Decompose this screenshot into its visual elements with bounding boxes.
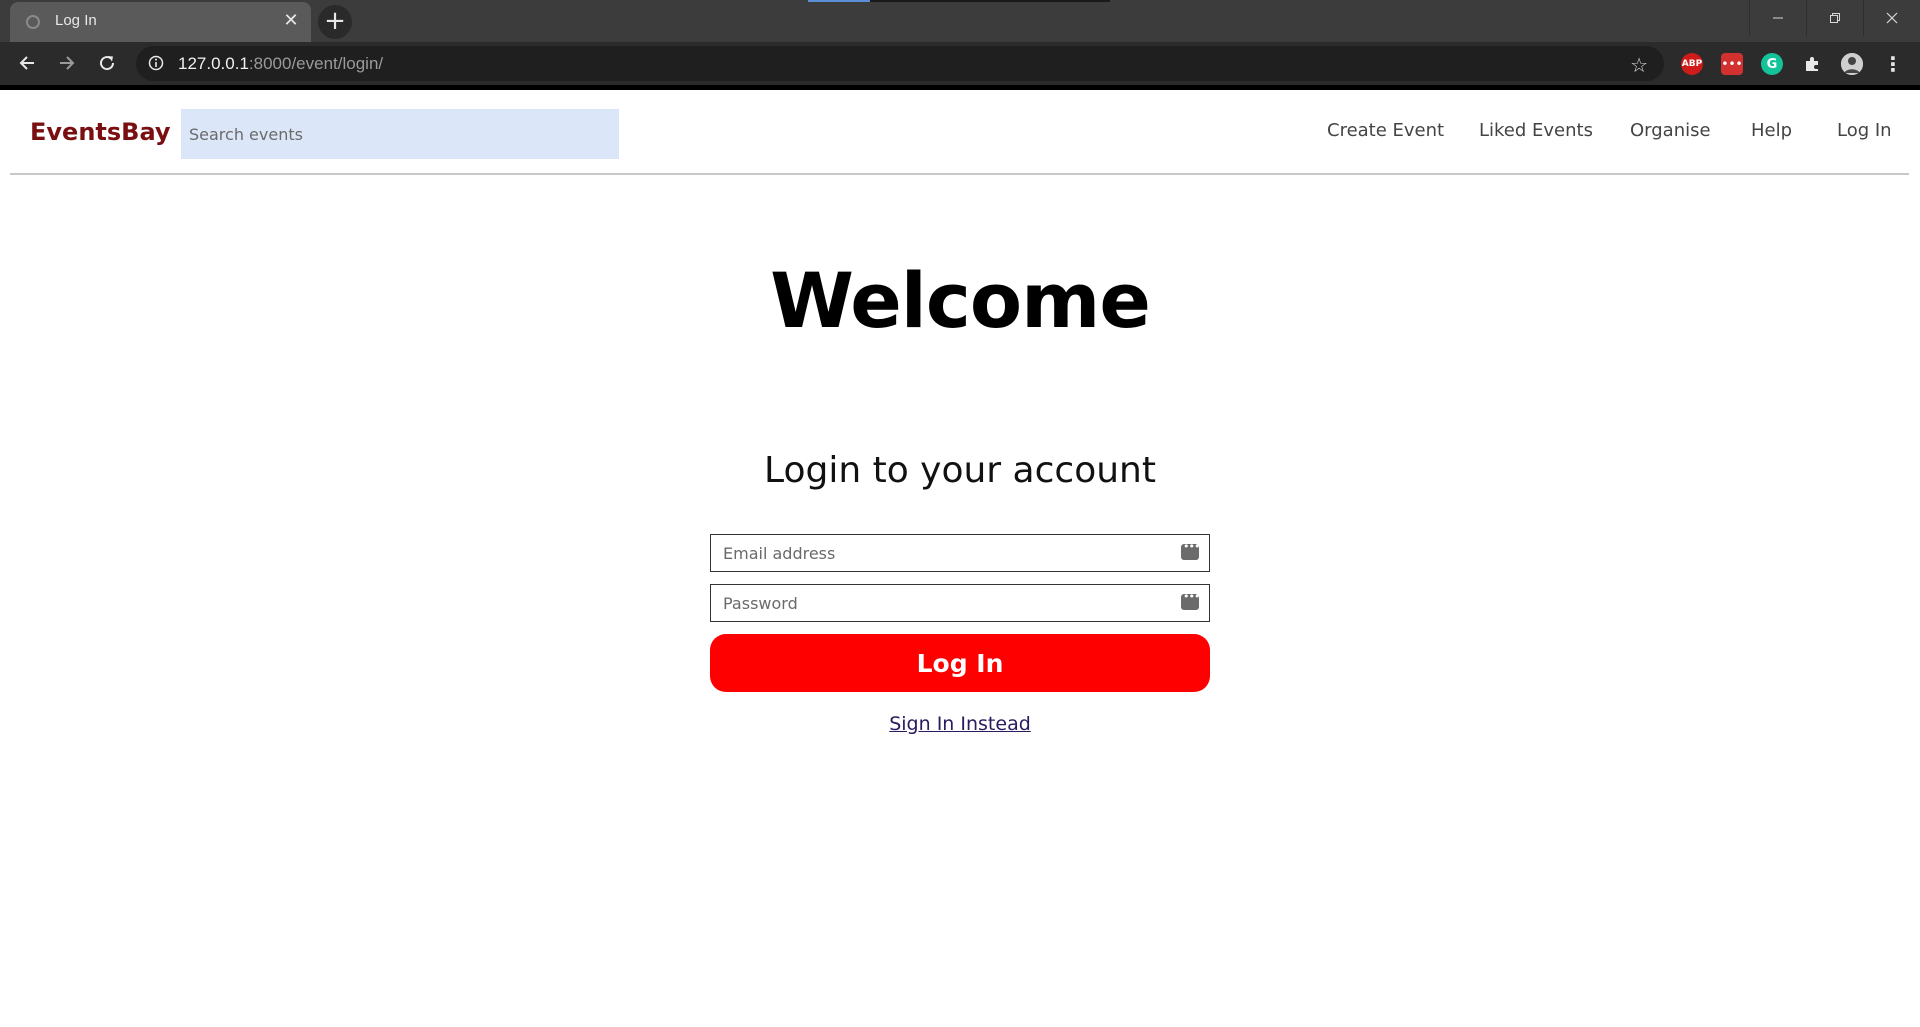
address-bar[interactable]: 127.0.0.1:8000/event/login/ ☆: [136, 46, 1664, 81]
reload-button[interactable]: [92, 48, 122, 78]
back-arrow-icon: [19, 56, 34, 70]
nav-liked-events[interactable]: Liked Events: [1479, 120, 1593, 141]
password-manager-icon[interactable]: •••: [1721, 53, 1743, 75]
profile-avatar[interactable]: [1841, 53, 1863, 75]
password-manager-field-icon[interactable]: [1181, 590, 1199, 610]
url-text: 127.0.0.1:8000/event/login/: [178, 54, 383, 74]
password-field[interactable]: [710, 584, 1210, 622]
restore-icon: [1830, 13, 1840, 23]
window-controls: [1749, 0, 1920, 36]
site-header: EventsBay Create Event Liked Events Orga…: [0, 90, 1909, 174]
browser-menu-icon[interactable]: ⋮: [1882, 52, 1904, 76]
tabstrip-accent: [808, 0, 870, 2]
site-logo[interactable]: EventsBay: [30, 118, 171, 146]
nav-create-event[interactable]: Create Event: [1327, 120, 1444, 141]
site-info-icon[interactable]: [148, 55, 164, 71]
header-divider: [10, 173, 1909, 175]
grammarly-icon[interactable]: G: [1761, 53, 1783, 75]
tabstrip-accent-dark: [870, 0, 1110, 2]
page-title: Welcome: [770, 256, 1151, 345]
search-input[interactable]: [181, 109, 619, 159]
nav-log-in[interactable]: Log In: [1837, 120, 1892, 141]
log-in-button[interactable]: Log In: [710, 634, 1210, 692]
extensions-puzzle-icon[interactable]: [1801, 53, 1823, 75]
forward-button[interactable]: [52, 48, 82, 78]
sign-in-instead-link[interactable]: Sign In Instead: [0, 713, 1920, 735]
bookmark-star-icon[interactable]: ☆: [1630, 53, 1648, 77]
minimize-icon: [1773, 17, 1783, 19]
close-window-icon: [1886, 12, 1898, 24]
forward-arrow-icon: [60, 56, 75, 70]
browser-toolbar: 127.0.0.1:8000/event/login/ ☆ ABP ••• G …: [0, 42, 1920, 86]
nav-organise[interactable]: Organise: [1630, 120, 1711, 141]
password-manager-field-icon[interactable]: [1181, 540, 1199, 560]
loading-favicon-icon: [26, 15, 40, 29]
reload-icon: [100, 56, 115, 71]
tab-title: Log In: [55, 12, 97, 29]
browser-tabstrip: Log In ✕ +: [0, 0, 1920, 42]
url-host: 127.0.0.1: [178, 54, 249, 73]
login-subtitle: Login to your account: [764, 450, 1156, 491]
browser-tab-login[interactable]: Log In ✕: [10, 2, 311, 42]
email-field[interactable]: [710, 534, 1210, 572]
back-button[interactable]: [12, 48, 42, 78]
puzzle-shape: [1806, 57, 1818, 71]
email-input[interactable]: [711, 535, 1175, 572]
password-input[interactable]: [711, 585, 1175, 622]
minimize-button[interactable]: [1749, 0, 1806, 36]
nav-help[interactable]: Help: [1751, 120, 1792, 141]
restore-button[interactable]: [1806, 0, 1863, 36]
url-path: :8000/event/login/: [248, 54, 384, 73]
close-window-button[interactable]: [1863, 0, 1920, 36]
new-tab-button[interactable]: +: [318, 5, 352, 39]
close-tab-icon[interactable]: ✕: [281, 11, 301, 31]
adblock-plus-icon[interactable]: ABP: [1681, 53, 1703, 75]
avatar-icon: [1841, 53, 1863, 75]
